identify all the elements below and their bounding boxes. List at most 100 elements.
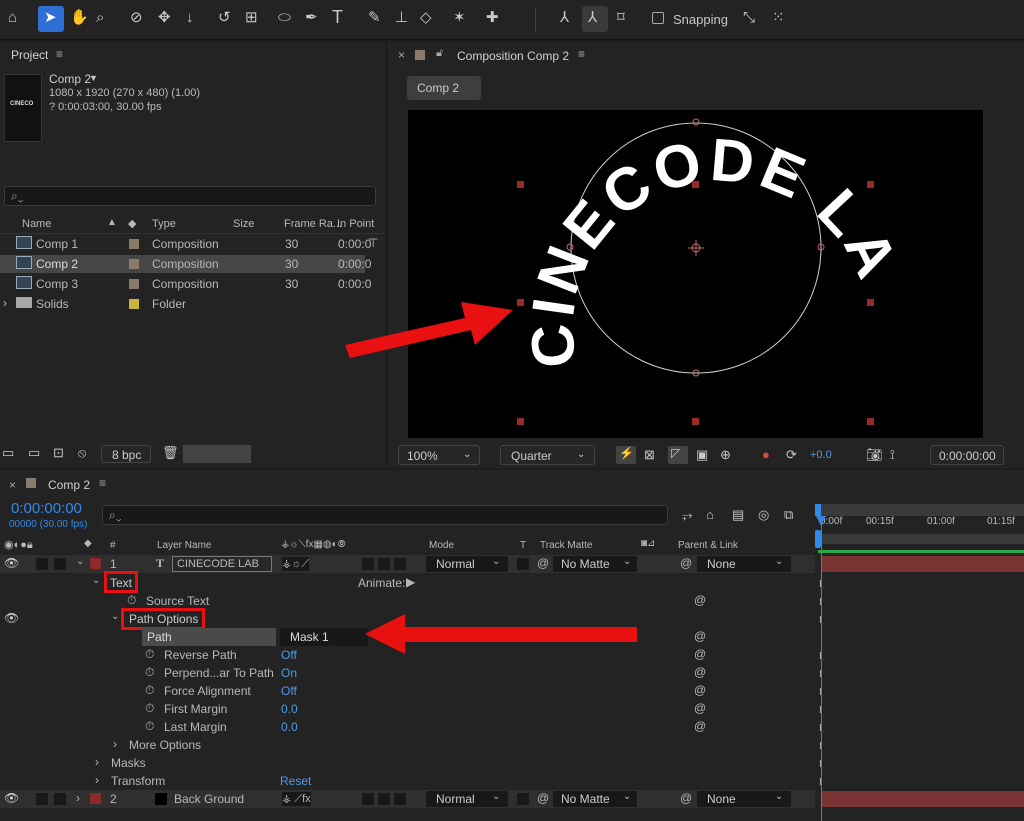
- hand-icon[interactable]: ✋: [70, 10, 89, 25]
- label-swatch[interactable]: [129, 239, 139, 249]
- label-swatch[interactable]: [90, 558, 101, 569]
- stopwatch-icon[interactable]: ⏱︎: [145, 701, 154, 716]
- draft-3d-icon[interactable]: ⥅: [682, 508, 692, 521]
- col-size[interactable]: Size: [233, 218, 254, 230]
- sort-icon[interactable]: ▲: [107, 217, 117, 228]
- home-icon[interactable]: ⌂: [8, 10, 17, 25]
- path-dropdown[interactable]: Mask 1: [280, 628, 368, 646]
- timeline-tab[interactable]: Comp 2: [48, 478, 90, 492]
- shy-layers-icon[interactable]: ⌂: [706, 508, 714, 521]
- label-col-icon[interactable]: ◆: [128, 217, 136, 230]
- pickwhip-icon[interactable]: @: [537, 791, 549, 805]
- project-item-selected[interactable]: Comp 2 Composition 30 0:00:0: [0, 255, 371, 273]
- expand-arrow-icon[interactable]: ›: [76, 791, 80, 805]
- type-icon[interactable]: T: [332, 8, 343, 26]
- expression-pickwhip-icon[interactable]: @: [694, 647, 706, 661]
- adjust-icon[interactable]: ⦸: [78, 446, 86, 459]
- guides-icon[interactable]: ⊕: [720, 448, 731, 461]
- layer-row[interactable]: 👁︎ › 2 Back Ground ⚶ ⟋fx Normal ⌄ @ No M…: [0, 790, 815, 808]
- expression-pickwhip-icon[interactable]: @: [694, 719, 706, 733]
- comp-info-dropdown-icon[interactable]: ▼: [89, 73, 98, 83]
- work-area-start[interactable]: [815, 504, 821, 516]
- layer-duration-bar[interactable]: [822, 556, 1024, 572]
- col-t[interactable]: T: [520, 540, 526, 551]
- property-row[interactable]: ⏱︎ First Margin 0.0 @: [0, 700, 815, 718]
- project-item[interactable]: › Solids Folder: [0, 295, 385, 313]
- property-value[interactable]: 0.0: [281, 702, 298, 716]
- property-row[interactable]: ⏱︎ Force Alignment Off @: [0, 682, 815, 700]
- mask-visibility-button[interactable]: ◸: [668, 446, 688, 464]
- fast-preview-button[interactable]: ⚡: [616, 446, 636, 464]
- project-search-input[interactable]: ⌕⌄: [4, 186, 376, 206]
- expression-pickwhip-icon[interactable]: @: [694, 665, 706, 679]
- motion-blur-icon[interactable]: ◎: [758, 508, 769, 521]
- graph-editor-icon[interactable]: ⧉: [784, 508, 793, 521]
- new-folder-icon[interactable]: ▭: [28, 446, 40, 459]
- label-swatch[interactable]: [129, 259, 139, 269]
- label-col-icon[interactable]: ◆: [84, 538, 92, 549]
- transparency-grid-icon[interactable]: ⊠: [644, 448, 655, 461]
- panel-menu-icon[interactable]: ≡: [99, 476, 106, 490]
- eye-icon[interactable]: 👁︎: [4, 791, 19, 805]
- pin-icon[interactable]: ✚: [486, 10, 499, 25]
- project-item[interactable]: Comp 3 Composition 30 0:00:0: [0, 275, 385, 293]
- close-icon[interactable]: ×: [9, 478, 16, 492]
- col-layer-name[interactable]: Layer Name: [157, 540, 211, 551]
- eye-icon[interactable]: 👁︎: [4, 556, 19, 570]
- frame-blending-icon[interactable]: ▤: [732, 508, 744, 521]
- expression-pickwhip-icon[interactable]: @: [694, 701, 706, 715]
- property-row[interactable]: ⏱︎ Last Margin 0.0 @: [0, 718, 815, 736]
- trash-icon[interactable]: 🗑: [162, 446, 179, 459]
- lock-icon[interactable]: 🔓︎: [436, 47, 443, 60]
- col-type[interactable]: Type: [152, 218, 176, 230]
- snap-expand-icon[interactable]: ⤡: [743, 10, 755, 25]
- expression-pickwhip-icon[interactable]: @: [694, 593, 706, 607]
- col-parent[interactable]: Parent & Link: [678, 540, 738, 551]
- axis-view-icon[interactable]: ⌑: [617, 10, 625, 25]
- expression-pickwhip-icon[interactable]: @: [694, 683, 706, 697]
- mode-dropdown[interactable]: Normal ⌄: [426, 556, 508, 572]
- parent-pickwhip-icon[interactable]: @: [680, 791, 692, 805]
- puppet-icon[interactable]: ✶: [453, 10, 466, 25]
- work-area-bar[interactable]: [815, 504, 1024, 516]
- snap-grid-icon[interactable]: ⁙: [772, 10, 785, 25]
- label-swatch[interactable]: [129, 279, 139, 289]
- stopwatch-icon[interactable]: ⏱︎: [145, 719, 154, 734]
- selection-tool-button[interactable]: ➤: [38, 6, 64, 32]
- pen-icon[interactable]: ✒: [305, 10, 318, 25]
- show-snapshot-icon[interactable]: ⟟: [890, 448, 895, 461]
- viewer-timecode[interactable]: 0:00:00:00: [930, 445, 1004, 465]
- label-swatch[interactable]: [129, 299, 139, 309]
- expression-pickwhip-icon[interactable]: @: [694, 629, 706, 643]
- preserve-transparency-checkbox[interactable]: [517, 558, 529, 570]
- project-item[interactable]: Comp 1 Composition 30 0:00:0 ⊤: [0, 235, 385, 253]
- tab-comp-2[interactable]: Comp 2: [407, 76, 481, 100]
- col-framerate[interactable]: Frame Ra...: [284, 218, 342, 230]
- stopwatch-icon[interactable]: ⏱︎: [127, 593, 136, 608]
- current-time[interactable]: 0:00:00:00: [11, 500, 82, 517]
- layer-duration-bar[interactable]: [822, 791, 1024, 807]
- track-matte-dropdown[interactable]: No Matte ⌄: [553, 556, 637, 572]
- dolly-icon[interactable]: ↓: [186, 10, 194, 25]
- ellipse-icon[interactable]: ⬭: [278, 10, 291, 25]
- time-navigator[interactable]: [818, 534, 1024, 544]
- property-value[interactable]: Off: [281, 684, 297, 698]
- zoom-dropdown[interactable]: 100% ⌄: [398, 445, 480, 465]
- parent-pickwhip-icon[interactable]: @: [680, 556, 692, 570]
- expand-arrow-icon[interactable]: ›: [3, 296, 7, 310]
- axis-world-button[interactable]: ⅄: [582, 6, 608, 32]
- region-of-interest-icon[interactable]: ▣: [696, 448, 708, 461]
- reset-link[interactable]: Reset: [280, 774, 311, 788]
- expand-arrow-icon[interactable]: ⌄: [111, 611, 119, 622]
- parent-dropdown[interactable]: None ⌄: [697, 791, 791, 807]
- animate-menu-icon[interactable]: ▶: [406, 575, 415, 589]
- eraser-icon[interactable]: ◇: [420, 10, 432, 25]
- property-value[interactable]: On: [281, 666, 297, 680]
- track-matte-dropdown[interactable]: No Matte ⌄: [553, 791, 637, 807]
- channel-icon[interactable]: ●: [762, 448, 770, 461]
- zoom-icon[interactable]: ⌕: [96, 10, 104, 25]
- exposure-value[interactable]: +0.0: [810, 449, 832, 461]
- property-value[interactable]: 0.0: [281, 720, 298, 734]
- composition-canvas[interactable]: CINECODE LAB: [408, 110, 983, 438]
- orbit-icon[interactable]: ⊘: [130, 10, 143, 25]
